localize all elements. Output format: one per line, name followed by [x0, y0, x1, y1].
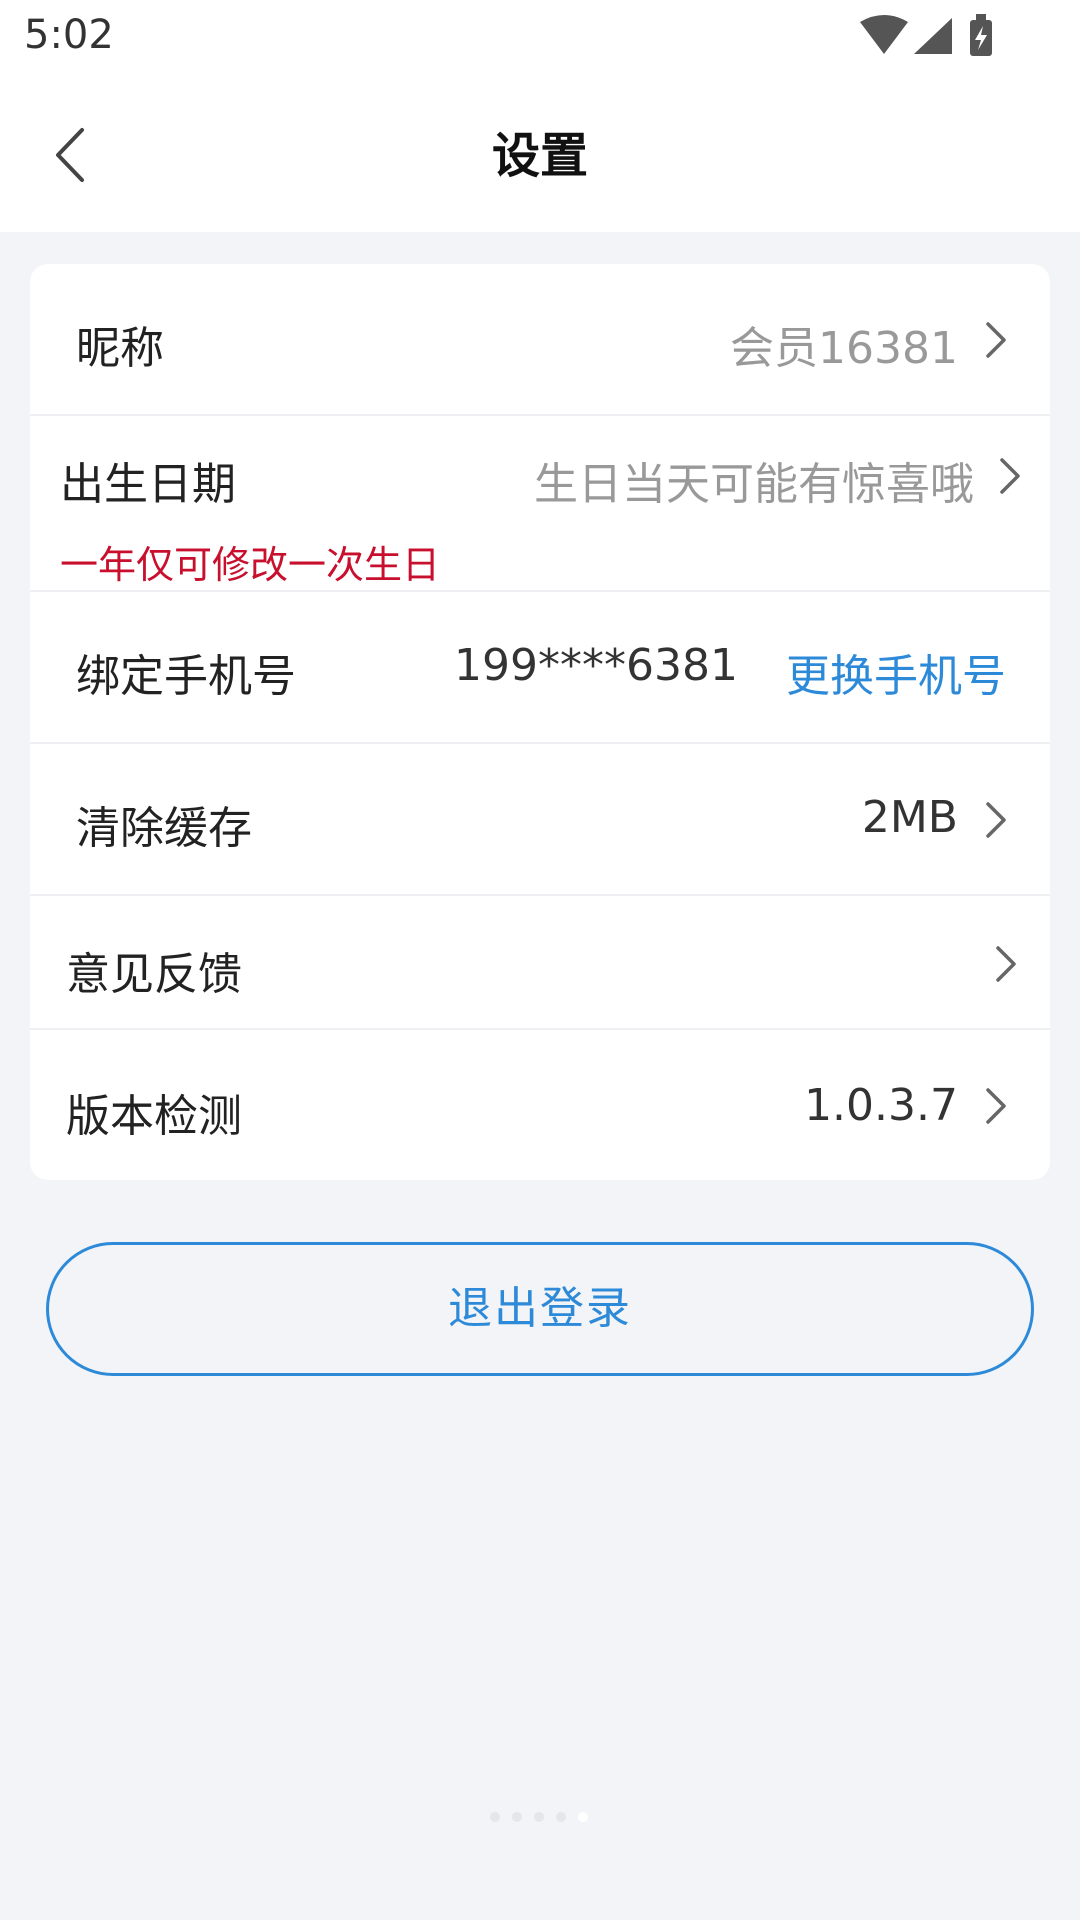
nav-bar: 设置: [0, 76, 1080, 232]
version-number: 1.0.3.7: [804, 1080, 958, 1131]
pager-dot: [556, 1812, 566, 1822]
feedback-row[interactable]: 意见反馈: [30, 896, 1050, 1030]
nickname-value: 会员16381: [730, 323, 958, 374]
pager-dots: [484, 1807, 596, 1822]
chevron-right-icon: [986, 322, 1006, 358]
nickname-row[interactable]: 昵称 会员16381: [30, 264, 1050, 416]
cache-size: 2MB: [861, 792, 958, 843]
phone-number: 199****6381: [454, 640, 738, 691]
version-row[interactable]: 版本检测 1.0.3.7: [30, 1030, 1050, 1180]
signal-icon: [914, 18, 952, 54]
pager-dot: [512, 1812, 522, 1822]
chevron-right-icon: [986, 802, 1006, 838]
status-time: 5:02: [24, 12, 114, 58]
wifi-icon: [860, 15, 908, 54]
birthday-row[interactable]: 出生日期 生日当天可能有惊喜哦 一年仅可修改一次生日: [30, 416, 1050, 592]
chevron-right-icon: [996, 946, 1016, 982]
chevron-right-icon: [1000, 458, 1020, 494]
nickname-label: 昵称: [76, 323, 164, 374]
version-label: 版本检测: [66, 1091, 242, 1142]
page-title: 设置: [491, 128, 588, 184]
pager-dot: [578, 1812, 588, 1822]
birthday-limit-note: 一年仅可修改一次生日: [60, 543, 441, 587]
chevron-right-icon: [986, 1088, 1006, 1124]
pager-dot: [534, 1812, 544, 1822]
birthday-label: 出生日期: [60, 459, 236, 510]
phone-label: 绑定手机号: [76, 651, 296, 702]
pager-dot: [490, 1812, 500, 1822]
logout-button[interactable]: 退出登录: [46, 1242, 1034, 1376]
clear-cache-row[interactable]: 清除缓存 2MB: [30, 744, 1050, 896]
feedback-label: 意见反馈: [66, 949, 242, 1000]
birthday-value: 生日当天可能有惊喜哦: [534, 459, 974, 510]
change-phone-link[interactable]: 更换手机号: [786, 640, 1006, 704]
battery-charging-icon: [970, 14, 992, 56]
settings-card: 昵称 会员16381 出生日期 生日当天可能有惊喜哦 一年仅可修改一次生日 绑定…: [30, 264, 1050, 1180]
clear-cache-label: 清除缓存: [76, 803, 252, 854]
status-icons: [860, 14, 1000, 58]
phone-row: 绑定手机号 199****6381 更换手机号: [30, 592, 1050, 744]
status-bar: 5:02: [0, 0, 1080, 76]
